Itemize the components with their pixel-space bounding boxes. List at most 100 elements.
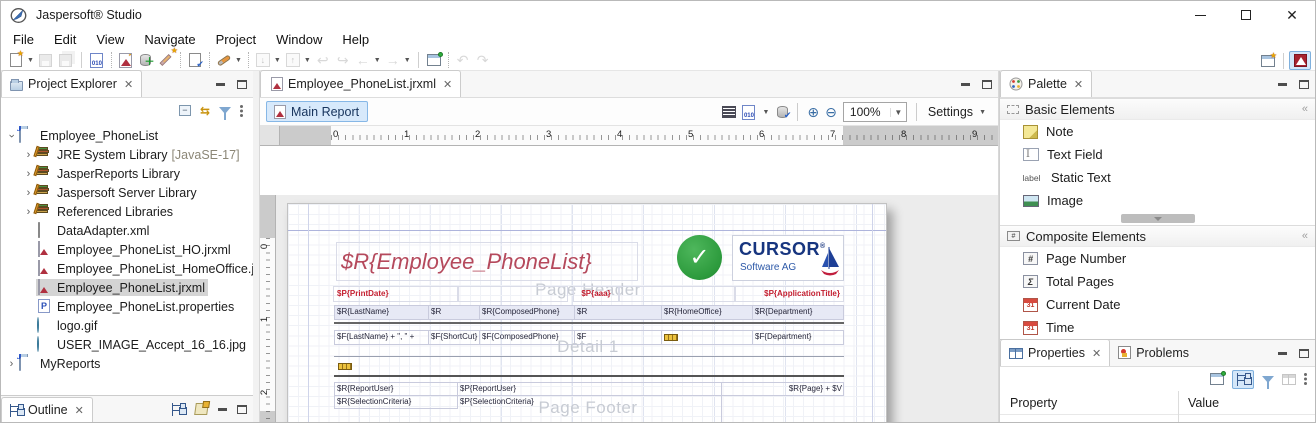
style-wand-button[interactable] bbox=[215, 51, 233, 69]
filter-icon[interactable] bbox=[1262, 376, 1274, 383]
palette-item-note[interactable]: Note bbox=[1000, 120, 1315, 143]
maximize-view-icon[interactable] bbox=[982, 80, 992, 89]
tree-item-properties-file[interactable]: P Employee_PhoneList.properties bbox=[1, 297, 253, 316]
tab-outline[interactable]: Outline ✕ bbox=[1, 397, 93, 423]
close-icon[interactable]: ✕ bbox=[1092, 347, 1101, 360]
save-all-button[interactable] bbox=[57, 51, 75, 69]
palette-item-text-field[interactable]: I Text Field bbox=[1000, 143, 1315, 166]
minimize-view-icon[interactable] bbox=[961, 83, 970, 86]
new-dataset-button[interactable]: ★ bbox=[157, 51, 175, 69]
band-separator[interactable] bbox=[334, 356, 844, 357]
minimize-view-icon[interactable] bbox=[1278, 352, 1287, 355]
minimize-button[interactable] bbox=[1177, 1, 1223, 29]
palette-item-static-text[interactable]: label Static Text bbox=[1000, 166, 1315, 189]
compile-dropdown[interactable]: ▼ bbox=[762, 109, 769, 116]
filter-icon[interactable] bbox=[219, 107, 231, 114]
tree-item-dataadapter-xml[interactable]: DataAdapter.xml bbox=[1, 221, 253, 240]
minimize-view-icon[interactable] bbox=[216, 83, 225, 86]
previous-annotation-dropdown[interactable]: ▼ bbox=[304, 57, 311, 64]
new-wizard-button[interactable]: ★ bbox=[7, 51, 25, 69]
palette-section-composite[interactable]: # Composite Elements « bbox=[1000, 225, 1315, 247]
minimize-view-icon[interactable] bbox=[1278, 83, 1287, 86]
empty-field[interactable] bbox=[458, 286, 568, 302]
applicationtitle-field[interactable]: $P{ApplicationTitle} bbox=[735, 286, 844, 302]
close-icon[interactable]: ✕ bbox=[1074, 78, 1083, 91]
pin-drawer-icon[interactable]: « bbox=[1302, 103, 1308, 115]
menu-project[interactable]: Project bbox=[206, 31, 266, 48]
cursor-logo-image[interactable]: CURSOR® Software AG bbox=[732, 235, 844, 281]
view-menu-icon[interactable] bbox=[240, 105, 243, 108]
show-advanced-button[interactable] bbox=[1232, 370, 1254, 389]
maximize-view-icon[interactable] bbox=[1299, 349, 1309, 358]
value-column-header[interactable]: Value bbox=[1188, 396, 1219, 410]
undo-button[interactable]: ↶ bbox=[454, 51, 472, 69]
link-with-editor-icon[interactable]: ⇆ bbox=[200, 104, 210, 118]
tree-item-project[interactable]: › J Employee_PhoneList bbox=[1, 126, 253, 145]
tab-editor-jrxml[interactable]: Employee_PhoneList.jrxml ✕ bbox=[260, 70, 461, 97]
palette-item-time[interactable]: 31 Time bbox=[1000, 316, 1315, 339]
next-annotation-dropdown[interactable]: ▼ bbox=[274, 57, 281, 64]
zoom-in-icon[interactable]: ⊕ bbox=[807, 105, 819, 119]
tree-item-myreports[interactable]: › J MyReports bbox=[1, 354, 253, 373]
tree-item-jrxml-selected[interactable]: Employee_PhoneList.jrxml bbox=[1, 278, 253, 297]
empty-field[interactable] bbox=[619, 286, 735, 302]
tree-item-logo-gif[interactable]: logo.gif bbox=[1, 316, 253, 335]
menu-help[interactable]: Help bbox=[332, 31, 379, 48]
jasper-perspective-button[interactable] bbox=[1289, 51, 1311, 70]
palette-item-page-number[interactable]: # Page Number bbox=[1000, 247, 1315, 270]
main-report-breadcrumb[interactable]: Main Report bbox=[266, 101, 368, 122]
column-header-band[interactable]: $R{LastName} $R $R{ComposedPhone} $R $R{… bbox=[334, 305, 844, 320]
tab-problems[interactable]: Problems bbox=[1110, 339, 1197, 366]
palette-section-basic[interactable]: Basic Elements « bbox=[1000, 98, 1315, 120]
tab-palette[interactable]: Palette ✕ bbox=[1000, 70, 1092, 97]
style-wand-dropdown[interactable]: ▼ bbox=[235, 57, 242, 64]
previous-annotation-button[interactable]: ↑ bbox=[284, 51, 302, 69]
pin-editor-button[interactable] bbox=[425, 51, 443, 69]
compile-icon[interactable]: 010 bbox=[742, 105, 755, 120]
restore-defaults-icon[interactable] bbox=[1282, 374, 1296, 385]
save-button[interactable] bbox=[37, 51, 55, 69]
design-canvas[interactable]: 0 1 2 3 $R{Employee_PhoneList} ✓ CURSOR® bbox=[260, 195, 998, 422]
palette-item-image[interactable]: Image bbox=[1000, 189, 1315, 212]
column-divider[interactable] bbox=[1178, 391, 1179, 422]
palette-scroll-down[interactable] bbox=[1121, 214, 1195, 223]
settings-button[interactable]: Settings ▼ bbox=[926, 105, 990, 119]
redo-button[interactable]: ↷ bbox=[474, 51, 492, 69]
report-title-element[interactable]: $R{Employee_PhoneList} bbox=[336, 242, 638, 281]
menu-window[interactable]: Window bbox=[266, 31, 332, 48]
outline-tree-mode-icon[interactable] bbox=[172, 403, 185, 416]
accept-check-image[interactable]: ✓ bbox=[677, 235, 722, 280]
view-menu-icon[interactable] bbox=[1304, 373, 1307, 376]
collapse-all-icon[interactable]: − bbox=[179, 105, 191, 116]
tab-project-explorer[interactable]: Project Explorer ✕ bbox=[1, 70, 142, 97]
menu-view[interactable]: View bbox=[86, 31, 134, 48]
open-perspective-button[interactable]: ★ bbox=[1259, 52, 1277, 70]
new-wizard-dropdown[interactable]: ▼ bbox=[27, 57, 34, 64]
pin-drawer-icon[interactable]: « bbox=[1302, 230, 1308, 242]
next-annotation-button[interactable]: ↓ bbox=[254, 51, 272, 69]
publish-report-button[interactable]: ✔ bbox=[186, 51, 204, 69]
menu-navigate[interactable]: Navigate bbox=[134, 31, 205, 48]
tree-item-jasperreports-library[interactable]: › JasperReports Library bbox=[1, 164, 253, 183]
pin-view-icon[interactable] bbox=[1210, 373, 1224, 385]
menu-file[interactable]: File bbox=[3, 31, 44, 48]
tree-item-jre-library[interactable]: › JRE System Library [JavaSE-17] bbox=[1, 145, 253, 164]
maximize-view-icon[interactable] bbox=[1299, 80, 1309, 89]
close-icon[interactable]: ✕ bbox=[75, 404, 84, 417]
minimize-view-icon[interactable] bbox=[218, 408, 227, 411]
back-history-button[interactable]: ↩ bbox=[314, 51, 332, 69]
tree-item-jrxml-homeoffice[interactable]: Employee_PhoneList_HomeOffice.jrxml bbox=[1, 259, 253, 278]
printdate-field[interactable]: $P{PrintDate} bbox=[333, 286, 458, 302]
band-list-icon[interactable] bbox=[722, 106, 736, 118]
report-page[interactable]: $R{Employee_PhoneList} ✓ CURSOR® Softwar… bbox=[287, 203, 887, 422]
property-column-header[interactable]: Property bbox=[1010, 396, 1057, 410]
forward-dropdown[interactable]: ▼ bbox=[404, 57, 411, 64]
tree-item-user-image[interactable]: USER_IMAGE_Accept_16_16.jpg bbox=[1, 335, 253, 354]
page-footer-row1[interactable]: $R{ReportUser} $P{ReportUser} $R{Page} +… bbox=[334, 382, 844, 396]
back-dropdown[interactable]: ▼ bbox=[374, 57, 381, 64]
tree-item-jaspersoft-server-library[interactable]: › Jaspersoft Server Library bbox=[1, 183, 253, 202]
band-separator[interactable] bbox=[334, 375, 844, 377]
close-button[interactable]: ✕ bbox=[1269, 1, 1315, 29]
close-icon[interactable]: ✕ bbox=[124, 78, 133, 91]
tree-item-referenced-libraries[interactable]: › Referenced Libraries bbox=[1, 202, 253, 221]
